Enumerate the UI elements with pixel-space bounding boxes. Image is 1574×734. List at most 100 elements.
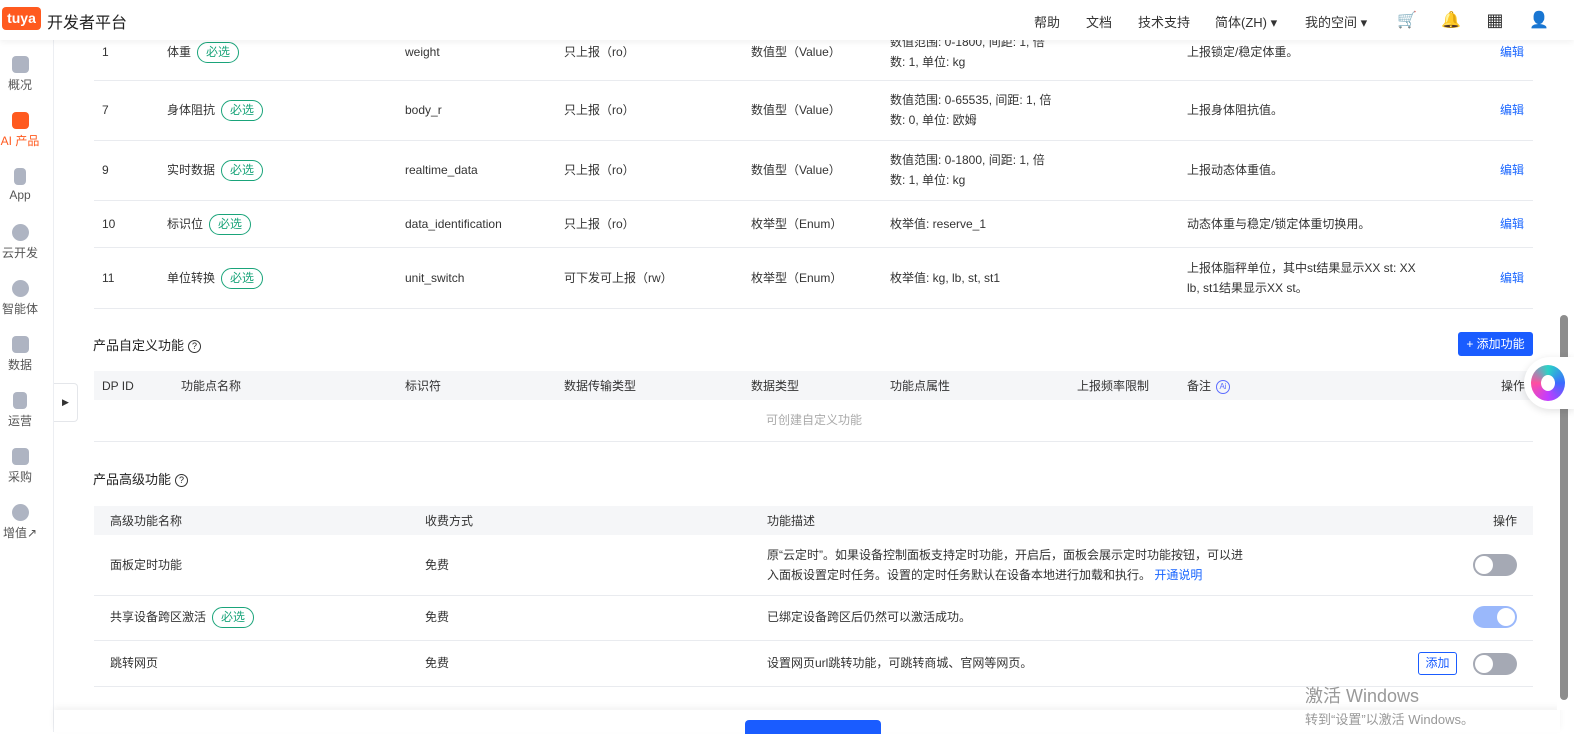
cell-props: 数值范围: 0-65535, 间距: 1, 倍数: 0, 单位: 欧姆 (890, 93, 1052, 127)
adv-name: 跳转网页 (110, 656, 159, 670)
adv-fee: 免费 (425, 656, 450, 670)
bell-icon[interactable]: 🔔 (1441, 10, 1461, 29)
col-header: 数据传输类型 (564, 379, 637, 393)
sidebar-item-cloud[interactable]: 云开发 (0, 224, 40, 261)
phone-icon (14, 168, 26, 185)
cell-type: 数值型（Value） (751, 163, 841, 177)
col-header: 操作 (1501, 379, 1526, 393)
cell-code: unit_switch (405, 270, 465, 285)
cross-region-toggle[interactable] (1473, 606, 1517, 628)
tuya-logo[interactable]: tuya (2, 7, 41, 30)
nav-language[interactable]: 简体(ZH) ▾ (1215, 12, 1277, 31)
cell-type: 枚举型（Enum） (751, 270, 843, 285)
brand-title: 开发者平台 (47, 15, 128, 32)
cell-type: 数值型（Value） (751, 103, 841, 117)
required-badge: 必选 (197, 42, 240, 63)
cart-icon[interactable]: 🛒 (1397, 10, 1417, 29)
adv-name: 共享设备跨区激活 必选 (110, 607, 255, 628)
adv-desc: 原“云定时”。如果设备控制面板支持定时功能，开启后，面板会展示定时功能按钮，可以… (767, 548, 1243, 582)
nav-docs[interactable]: 文档 (1086, 12, 1112, 31)
required-badge: 必选 (221, 160, 264, 181)
required-badge: 必选 (221, 267, 264, 289)
nav-support[interactable]: 技术支持 (1138, 12, 1190, 31)
cell-name: 身体阻抗 必选 (167, 100, 264, 121)
cell-id: 7 (102, 103, 109, 117)
watermark-subtitle: 转到“设置”以激活 Windows。 (1305, 712, 1475, 727)
add-function-button[interactable]: + 添加功能 (1458, 332, 1533, 356)
sidebar-item-ai-product[interactable]: AI 产品 (0, 112, 40, 149)
home-icon (11, 56, 29, 73)
adv-name: 面板定时功能 (110, 558, 183, 572)
cell-desc: 上报身体阻抗值。 (1187, 103, 1284, 117)
col-header: 功能点名称 (181, 379, 242, 393)
required-badge: 必选 (212, 607, 255, 628)
cell-code: weight (405, 45, 440, 59)
cell-id: 1 (102, 45, 109, 59)
ai-icon[interactable]: Ai (1216, 380, 1231, 394)
cell-transfer: 只上报（ro） (564, 103, 635, 117)
sidebar-item-purchase[interactable]: 采购 (0, 448, 40, 485)
user-icon[interactable]: 👤 (1529, 10, 1549, 29)
top-header: tuya 开发者平台 帮助 文档 技术支持 简体(ZH) ▾ 我的空间 ▾ 🛒 … (0, 0, 1574, 40)
nav-help[interactable]: 帮助 (1034, 12, 1060, 31)
cell-desc: 上报锁定/稳定体重。 (1187, 45, 1299, 59)
cloud-icon (11, 224, 29, 241)
box-icon (11, 448, 29, 465)
advanced-section-title: 产品高级功能? (93, 469, 189, 488)
activation-guide-link[interactable]: 开通说明 (1154, 568, 1202, 582)
apps-grid-icon[interactable]: ▦ (1486, 10, 1504, 30)
ai-assistant-icon (1531, 365, 1565, 401)
required-badge: 必选 (209, 213, 252, 235)
adv-fee: 免费 (425, 610, 450, 624)
custom-table-header (94, 371, 1533, 400)
adv-desc: 已绑定设备跨区后仍然可以激活成功。 (767, 610, 972, 624)
sidebar: 概况 AI 产品 App 云开发 智能体 数据 运营 采购 增值↗ (0, 40, 54, 732)
cell-name: 单位转换 必选 (167, 267, 264, 289)
help-icon[interactable]: ? (188, 340, 202, 353)
col-header: 功能描述 (767, 514, 816, 528)
sidebar-item-operations[interactable]: 运营 (0, 392, 40, 429)
sidebar-item-overview[interactable]: 概况 (0, 56, 40, 93)
cell-name: 实时数据 必选 (167, 160, 264, 181)
edit-link[interactable]: 编辑 (1500, 268, 1524, 288)
help-icon[interactable]: ? (175, 474, 189, 487)
cell-id: 11 (102, 270, 115, 285)
nav-my-space[interactable]: 我的空间 ▾ (1305, 12, 1367, 31)
sidebar-item-value-added[interactable]: 增值↗ (0, 504, 40, 541)
sparkle-icon (11, 280, 29, 297)
cell-id: 9 (102, 163, 109, 177)
bookmark-icon (13, 392, 27, 409)
edit-link[interactable]: 编辑 (1500, 100, 1524, 120)
cell-id: 10 (102, 216, 116, 231)
sidebar-item-app[interactable]: App (0, 168, 40, 202)
panel-timer-toggle[interactable] (1473, 554, 1517, 576)
chart-icon (11, 336, 29, 353)
add-url-button[interactable]: 添加 (1418, 652, 1457, 675)
col-header: 备注 Ai (1187, 376, 1231, 396)
cell-type: 枚举型（Enum） (751, 216, 843, 231)
cell-type: 数值型（Value） (751, 45, 841, 59)
cell-code: realtime_data (405, 163, 478, 177)
sidebar-item-agent[interactable]: 智能体 (0, 280, 40, 317)
cell-code: body_r (405, 103, 442, 117)
cell-props: 枚举值: reserve_1 (890, 216, 987, 231)
col-header: DP ID (102, 379, 134, 393)
cell-props: 数值范围: 0-1800, 间距: 1, 倍数: 1, 单位: kg (890, 153, 1045, 187)
col-header: 操作 (1493, 514, 1518, 528)
col-header: 上报频率限制 (1077, 379, 1150, 393)
col-header: 功能点属性 (890, 379, 951, 393)
sidebar-item-data[interactable]: 数据 (0, 336, 40, 373)
web-jump-toggle[interactable] (1473, 653, 1517, 675)
cell-desc: 上报动态体重值。 (1187, 163, 1284, 177)
adv-desc: 设置网页url跳转功能，可跳转商城、官网等网页。 (767, 656, 1033, 670)
edit-link[interactable]: 编辑 (1500, 160, 1524, 180)
cell-name: 体重 必选 (167, 42, 240, 63)
col-header: 高级功能名称 (110, 514, 183, 528)
sidebar-expand-toggle[interactable]: ▶ (54, 383, 78, 422)
adv-fee: 免费 (425, 558, 450, 572)
cell-desc: 动态体重与稳定/锁定体重切换用。 (1187, 216, 1371, 231)
edit-link[interactable]: 编辑 (1500, 214, 1524, 234)
ai-assistant-button[interactable] (1524, 357, 1574, 409)
edit-link[interactable]: 编辑 (1500, 42, 1524, 62)
col-header: 数据类型 (751, 379, 800, 393)
